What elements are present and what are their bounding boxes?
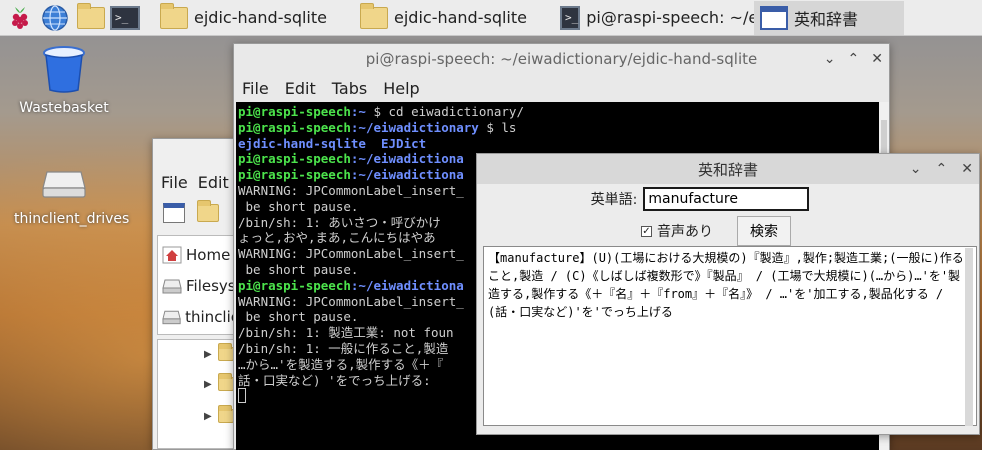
- fm-places: Home Filesys thinclie: [157, 235, 241, 335]
- new-window-icon[interactable]: [163, 203, 185, 223]
- drive-icon: [162, 310, 181, 325]
- expand-arrow-icon: ▶: [204, 378, 212, 390]
- desktop-wastebasket[interactable]: Wastebasket: [14, 44, 114, 116]
- word-label: 英単語:: [590, 192, 638, 208]
- menu-tabs[interactable]: Tabs: [332, 79, 367, 98]
- task-label: pi@raspi-speech: ~/e...: [586, 8, 754, 27]
- fm-menubar: File Edit: [153, 167, 241, 197]
- task-terminal[interactable]: >_ pi@raspi-speech: ~/e...: [554, 1, 754, 35]
- voice-checkbox[interactable]: ✓ 音声あり: [641, 221, 713, 241]
- folder-icon: [217, 373, 234, 391]
- fm-toolbar: [153, 197, 241, 229]
- menu-file[interactable]: File: [242, 79, 269, 98]
- terminal-icon: >_: [560, 5, 581, 30]
- dict-title: 英和辞書: [697, 160, 758, 179]
- result-scrollbar[interactable]: [965, 248, 973, 426]
- voice-checkbox-label: 音声あり: [657, 224, 713, 240]
- word-input[interactable]: [643, 187, 810, 211]
- taskbar: >_ ejdic-hand-sqlite ejdic-hand-sqlite >…: [0, 0, 982, 36]
- trash-icon: [43, 46, 85, 93]
- folder-icon: [217, 405, 234, 423]
- fm-menu-file[interactable]: File: [161, 173, 188, 192]
- desktop-icon-label: thinclient_drives: [14, 211, 130, 227]
- terminal-icon: >_: [110, 5, 140, 30]
- drive-icon: [42, 171, 86, 198]
- terminal-title: pi@raspi-speech: ~/eiwadictionary/ejdic-…: [365, 50, 758, 68]
- term-line: ejdic-hand-sqlite EJDict: [238, 135, 427, 151]
- term-line: pi@raspi-speech:~/eiwadictionary $ ls: [238, 119, 517, 135]
- task-filemanager-2[interactable]: ejdic-hand-sqlite: [354, 1, 554, 35]
- place-label: thinclie: [185, 308, 240, 326]
- close-icon[interactable]: ✕: [871, 51, 883, 67]
- terminal-cursor: [238, 388, 246, 404]
- place-label: Filesys: [186, 277, 236, 295]
- task-filemanager-1[interactable]: ejdic-hand-sqlite: [154, 1, 354, 35]
- window-icon: [760, 5, 788, 30]
- file-manager-window: File Edit Home Filesys thinclie ▶ ▶ ▶: [152, 138, 242, 450]
- term-line: pi@raspi-speech:~ $ cd eiwadictionary/: [238, 104, 524, 119]
- terminal-launcher[interactable]: >_: [110, 3, 140, 33]
- expand-arrow-icon: ▶: [204, 410, 212, 422]
- browser-launcher[interactable]: [40, 3, 70, 33]
- globe-icon: [42, 4, 68, 31]
- tree-row[interactable]: ▶: [158, 340, 240, 368]
- task-label: ejdic-hand-sqlite: [194, 8, 327, 27]
- place-thinclient[interactable]: thinclie: [158, 302, 240, 332]
- expand-arrow-icon: ▶: [204, 348, 212, 360]
- menu-help[interactable]: Help: [383, 79, 419, 98]
- close-icon[interactable]: ✕: [961, 161, 973, 177]
- place-label: Home: [186, 246, 231, 264]
- folder-icon: [160, 2, 188, 29]
- task-dictionary[interactable]: 英和辞書: [754, 0, 904, 35]
- home-icon: [162, 246, 182, 264]
- desktop-thinclient-drives[interactable]: thinclient_drives: [14, 168, 130, 230]
- place-filesystem[interactable]: Filesys: [158, 270, 240, 302]
- dict-titlebar: 英和辞書 ⌄ ⌃ ✕: [477, 154, 979, 184]
- fm-menu-edit[interactable]: Edit: [198, 173, 229, 192]
- place-home[interactable]: Home: [158, 240, 240, 270]
- raspberry-icon: [12, 6, 28, 29]
- terminal-titlebar: pi@raspi-speech: ~/eiwadictionary/ejdic-…: [234, 44, 889, 74]
- word-row: 英単語:: [421, 185, 979, 213]
- menu-edit[interactable]: Edit: [285, 79, 316, 98]
- minimize-icon[interactable]: ⌄: [910, 161, 922, 177]
- file-manager-launcher[interactable]: [75, 2, 105, 33]
- folder-icon: [360, 2, 388, 29]
- terminal-menubar: File Edit Tabs Help: [234, 74, 889, 102]
- new-folder-icon[interactable]: [197, 200, 219, 222]
- raspberry-menu-button[interactable]: [5, 3, 35, 33]
- task-label: ejdic-hand-sqlite: [394, 8, 527, 27]
- folder-icon: [217, 343, 234, 361]
- tree-row[interactable]: ▶: [158, 400, 240, 432]
- options-row: ✓ 音声あり 検索: [453, 216, 979, 246]
- maximize-icon[interactable]: ⌃: [848, 51, 860, 67]
- search-button[interactable]: 検索: [737, 216, 791, 246]
- checkbox-check-icon: ✓: [641, 225, 652, 237]
- folder-icon: [77, 2, 105, 29]
- minimize-icon[interactable]: ⌄: [824, 51, 836, 67]
- task-label: 英和辞書: [794, 9, 859, 29]
- fm-tree: ▶ ▶ ▶: [157, 339, 241, 449]
- dictionary-window: 英和辞書 ⌄ ⌃ ✕ 英単語: ✓ 音声あり 検索 【manufacture】(…: [476, 153, 980, 435]
- result-text[interactable]: 【manufacture】(U)(工場における大規模の)『製造』,製作;製造工業…: [483, 246, 977, 426]
- drive-icon: [162, 279, 182, 294]
- maximize-icon[interactable]: ⌃: [936, 161, 948, 177]
- tree-row[interactable]: ▶: [158, 368, 240, 400]
- desktop-icon-label: Wastebasket: [19, 100, 109, 116]
